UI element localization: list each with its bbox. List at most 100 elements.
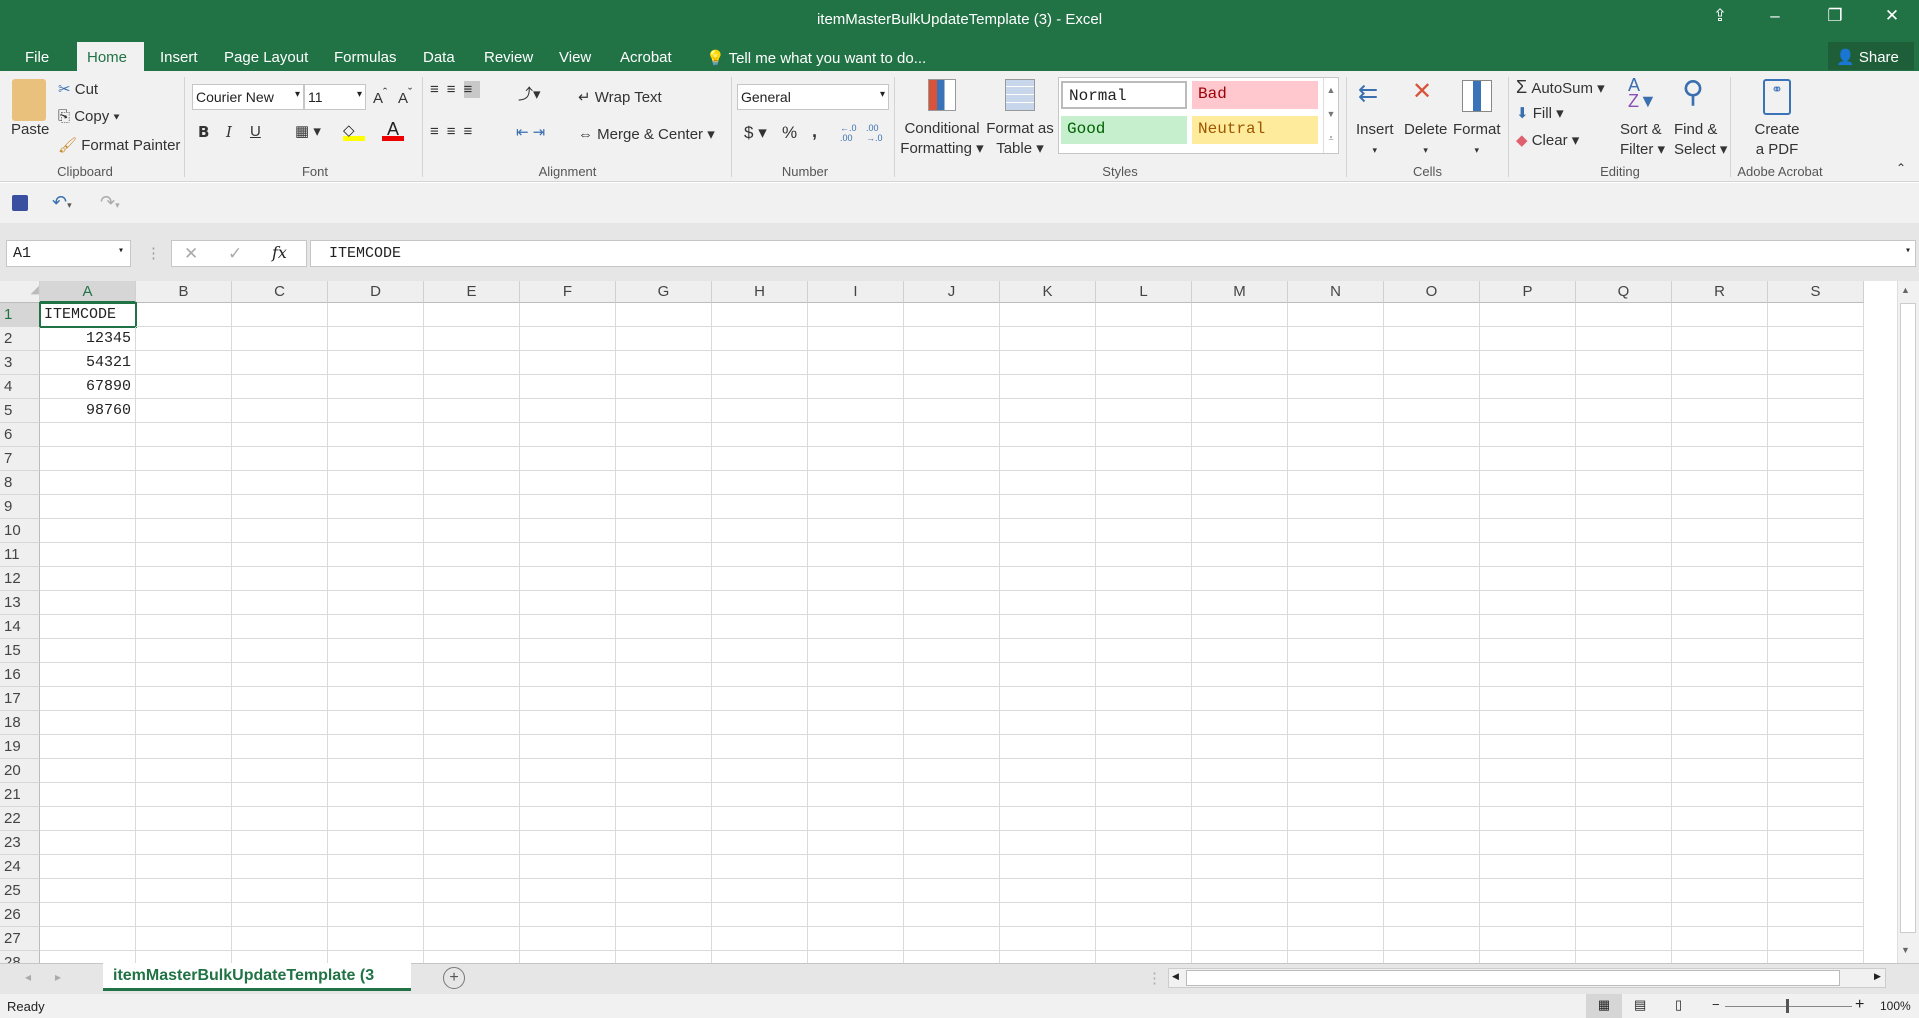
- tab-data[interactable]: Data: [413, 42, 465, 71]
- cell-L12[interactable]: [1096, 567, 1192, 591]
- autosum-button[interactable]: Σ AutoSum ▾: [1516, 77, 1605, 98]
- cell-J7[interactable]: [904, 447, 1000, 471]
- cell-S12[interactable]: [1768, 567, 1864, 591]
- cell-L10[interactable]: [1096, 519, 1192, 543]
- column-header-I[interactable]: I: [808, 281, 904, 303]
- cell-F22[interactable]: [520, 807, 616, 831]
- cell-C14[interactable]: [232, 615, 328, 639]
- cell-N10[interactable]: [1288, 519, 1384, 543]
- cell-J13[interactable]: [904, 591, 1000, 615]
- tab-insert[interactable]: Insert: [150, 42, 208, 71]
- tab-file[interactable]: File: [15, 42, 59, 71]
- cell-A18[interactable]: [40, 711, 136, 735]
- cell-E24[interactable]: [424, 855, 520, 879]
- cell-O5[interactable]: [1384, 399, 1480, 423]
- cell-P28[interactable]: [1480, 951, 1576, 963]
- cell-K26[interactable]: [1000, 903, 1096, 927]
- cell-F27[interactable]: [520, 927, 616, 951]
- cell-B2[interactable]: [136, 327, 232, 351]
- cell-J22[interactable]: [904, 807, 1000, 831]
- cell-I1[interactable]: [808, 303, 904, 327]
- cell-O4[interactable]: [1384, 375, 1480, 399]
- select-all-corner[interactable]: ◢: [0, 281, 40, 303]
- cell-G5[interactable]: [616, 399, 712, 423]
- cell-I28[interactable]: [808, 951, 904, 963]
- cell-N17[interactable]: [1288, 687, 1384, 711]
- cell-O9[interactable]: [1384, 495, 1480, 519]
- cell-P21[interactable]: [1480, 783, 1576, 807]
- cell-J28[interactable]: [904, 951, 1000, 963]
- cell-O1[interactable]: [1384, 303, 1480, 327]
- cell-N4[interactable]: [1288, 375, 1384, 399]
- minimize-button[interactable]: –: [1755, 6, 1795, 30]
- ribbon-display-options-icon[interactable]: ⇪: [1700, 6, 1740, 30]
- cell-H24[interactable]: [712, 855, 808, 879]
- cell-I11[interactable]: [808, 543, 904, 567]
- insert-cells-button[interactable]: Insert ▾: [1356, 120, 1394, 160]
- horizontal-align-icons[interactable]: ≡≡≡: [430, 123, 480, 140]
- cell-S16[interactable]: [1768, 663, 1864, 687]
- row-header-13[interactable]: 13: [0, 591, 40, 615]
- cell-K14[interactable]: [1000, 615, 1096, 639]
- cell-P7[interactable]: [1480, 447, 1576, 471]
- cell-H21[interactable]: [712, 783, 808, 807]
- cell-L24[interactable]: [1096, 855, 1192, 879]
- paste-button[interactable]: Paste: [11, 121, 49, 138]
- cell-G28[interactable]: [616, 951, 712, 963]
- cell-S4[interactable]: [1768, 375, 1864, 399]
- style-normal[interactable]: Normal: [1061, 81, 1187, 109]
- cell-R9[interactable]: [1672, 495, 1768, 519]
- row-header-11[interactable]: 11: [0, 543, 40, 567]
- cell-R15[interactable]: [1672, 639, 1768, 663]
- cell-N1[interactable]: [1288, 303, 1384, 327]
- cancel-icon[interactable]: ✕: [184, 244, 198, 264]
- cell-O12[interactable]: [1384, 567, 1480, 591]
- cell-R10[interactable]: [1672, 519, 1768, 543]
- cell-L1[interactable]: [1096, 303, 1192, 327]
- cell-I4[interactable]: [808, 375, 904, 399]
- cell-K7[interactable]: [1000, 447, 1096, 471]
- cell-S26[interactable]: [1768, 903, 1864, 927]
- undo-icon[interactable]: ↶▾: [52, 192, 72, 213]
- cell-P24[interactable]: [1480, 855, 1576, 879]
- cell-L5[interactable]: [1096, 399, 1192, 423]
- cell-S13[interactable]: [1768, 591, 1864, 615]
- cell-L6[interactable]: [1096, 423, 1192, 447]
- cell-N23[interactable]: [1288, 831, 1384, 855]
- row-header-24[interactable]: 24: [0, 855, 40, 879]
- cell-Q24[interactable]: [1576, 855, 1672, 879]
- cell-E17[interactable]: [424, 687, 520, 711]
- cell-K16[interactable]: [1000, 663, 1096, 687]
- column-header-O[interactable]: O: [1384, 281, 1480, 303]
- cell-K4[interactable]: [1000, 375, 1096, 399]
- column-header-Q[interactable]: Q: [1576, 281, 1672, 303]
- cell-F7[interactable]: [520, 447, 616, 471]
- cell-L15[interactable]: [1096, 639, 1192, 663]
- wrap-text-button[interactable]: ↵ Wrap Text: [578, 88, 662, 106]
- cell-A26[interactable]: [40, 903, 136, 927]
- row-header-5[interactable]: 5: [0, 399, 40, 423]
- tab-home[interactable]: Home: [77, 42, 144, 71]
- format-as-table-button[interactable]: Format as Table ▾: [986, 119, 1054, 159]
- tab-formulas[interactable]: Formulas: [324, 42, 407, 71]
- cell-P11[interactable]: [1480, 543, 1576, 567]
- font-size-select[interactable]: 11 ▾: [304, 84, 366, 110]
- cell-J12[interactable]: [904, 567, 1000, 591]
- cell-R25[interactable]: [1672, 879, 1768, 903]
- cell-P14[interactable]: [1480, 615, 1576, 639]
- cell-F6[interactable]: [520, 423, 616, 447]
- cell-O7[interactable]: [1384, 447, 1480, 471]
- cell-F25[interactable]: [520, 879, 616, 903]
- cell-H18[interactable]: [712, 711, 808, 735]
- cell-S17[interactable]: [1768, 687, 1864, 711]
- cell-H8[interactable]: [712, 471, 808, 495]
- column-header-A[interactable]: A: [40, 281, 136, 303]
- cell-I21[interactable]: [808, 783, 904, 807]
- cell-J6[interactable]: [904, 423, 1000, 447]
- cell-Q9[interactable]: [1576, 495, 1672, 519]
- cell-B17[interactable]: [136, 687, 232, 711]
- cell-K19[interactable]: [1000, 735, 1096, 759]
- cell-D2[interactable]: [328, 327, 424, 351]
- cell-A4[interactable]: 67890: [40, 375, 136, 399]
- cell-O20[interactable]: [1384, 759, 1480, 783]
